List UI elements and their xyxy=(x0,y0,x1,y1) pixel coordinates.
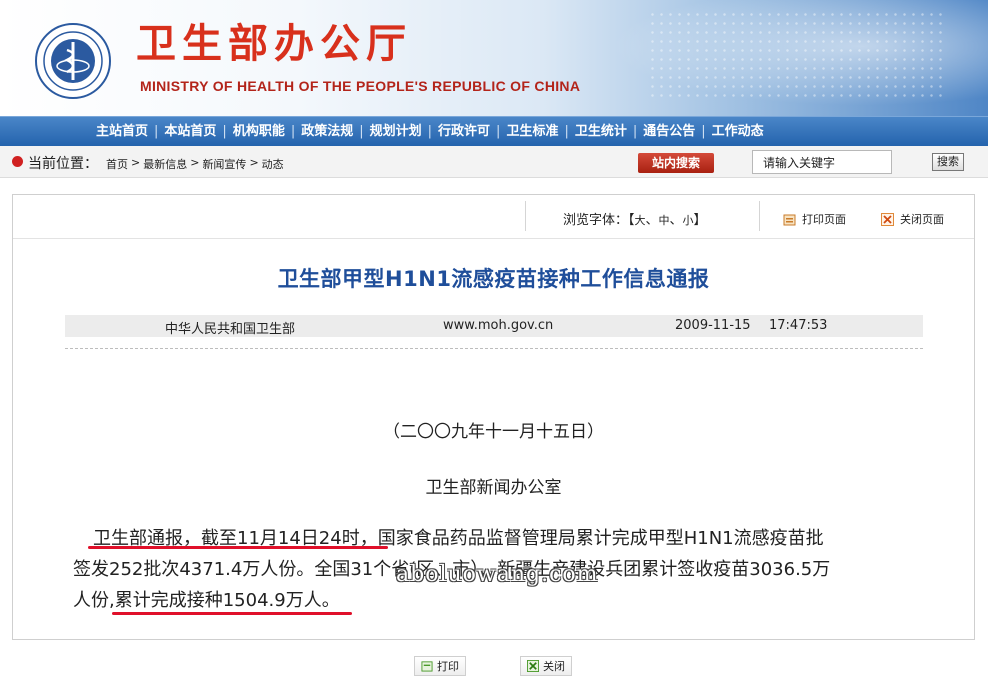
nav-separator: | xyxy=(632,124,638,139)
site-title: 卫生部办公厅 xyxy=(136,20,412,67)
nav-item[interactable]: | 工作动态 xyxy=(695,123,763,141)
font-size-bracket: 】 xyxy=(693,213,707,228)
close-label: 关闭 xyxy=(543,660,565,673)
article-body-line: 卫生部通报，截至11月14日24时，国家食品药品监督管理局累计完成甲型H1N1流… xyxy=(93,528,824,549)
nav-item-label: 行政许可 xyxy=(438,124,491,139)
article-toolbar: 浏览字体：【大、中、小】 打印页面 关闭页面 xyxy=(13,195,974,239)
breadcrumb-link[interactable]: 新闻宣传 xyxy=(202,156,246,172)
print-button[interactable]: 打印 xyxy=(414,656,466,676)
nav-item[interactable]: | 本站首页 xyxy=(148,123,216,141)
close-icon xyxy=(881,212,894,226)
article-title: 卫生部甲型H1N1流感疫苗接种工作信息通报 xyxy=(277,267,710,291)
breadcrumb-link[interactable]: 最新信息 xyxy=(143,156,187,172)
highlight-underline xyxy=(112,612,352,615)
breadcrumb-link[interactable]: 首页 xyxy=(106,156,128,172)
nav-separator: | xyxy=(564,124,569,139)
nav-list: 主站首页 | 本站首页 | 机构职能 | 政策法规 | 规划计划 | 行政许可 | 卫生标准 | 卫生统计 |… xyxy=(96,123,764,141)
article-office-line: 卫生部新闻办公室 xyxy=(425,478,562,498)
nav-item[interactable]: | 政策法规 xyxy=(285,123,353,141)
nav-item[interactable]: | 行政许可 xyxy=(422,123,490,141)
print-label: 打印 xyxy=(437,660,459,673)
article-time: 17:47:53 xyxy=(769,318,828,333)
font-size-label: 浏览字体：【 xyxy=(563,213,635,228)
font-large-link[interactable]: 大 xyxy=(635,214,646,227)
breadcrumb-separator: > xyxy=(190,156,200,169)
close-page-label: 关闭页面 xyxy=(900,213,944,226)
breadcrumb-link[interactable]: 动态 xyxy=(262,156,284,172)
toolbar-divider xyxy=(525,201,526,231)
nav-separator: | xyxy=(154,124,159,139)
nav-item-label: 通告公告 xyxy=(643,124,696,139)
font-small-link[interactable]: 小 xyxy=(683,214,694,227)
watermark: aboluowang.com xyxy=(396,562,599,587)
nav-item-label: 卫生标准 xyxy=(506,124,559,139)
site-title-en: MINISTRY OF HEALTH OF THE PEOPLE'S REPUB… xyxy=(140,78,581,94)
location-bar: 当前位置： 首页 > 最新信息 > 新闻宣传 > 动态 站内搜索 请输入关键字 搜索 xyxy=(0,146,988,178)
nav-separator: | xyxy=(222,124,227,139)
nav-item-label: 本站首页 xyxy=(164,124,217,139)
location-label: 当前位置： xyxy=(28,156,98,172)
close-button[interactable]: 关闭 xyxy=(520,656,572,676)
close-page-button[interactable]: 关闭页面 xyxy=(881,211,944,227)
nav-item[interactable]: | 卫生统计 xyxy=(558,123,626,141)
main-nav: 主站首页 | 本站首页 | 机构职能 | 政策法规 | 规划计划 | 行政许可 | 卫生标准 | 卫生统计 |… xyxy=(0,116,988,146)
nav-separator: | xyxy=(359,124,364,139)
article-date: 2009-11-15 xyxy=(675,318,751,333)
banner-pattern xyxy=(648,10,948,100)
article-url: www.moh.gov.cn xyxy=(443,318,554,333)
article-date-line: （二〇〇九年十一月十五日） xyxy=(383,422,604,442)
article-source: 中华人民共和国卫生部 xyxy=(165,322,296,337)
nav-item[interactable]: | 卫生标准 xyxy=(490,123,558,141)
nav-separator: | xyxy=(427,124,433,139)
nav-separator: | xyxy=(290,124,296,139)
nav-separator: | xyxy=(701,124,706,139)
print-icon xyxy=(783,214,796,225)
print-page-button[interactable]: 打印页面 xyxy=(783,211,846,227)
meta-divider xyxy=(65,348,923,349)
article-meta: 中华人民共和国卫生部 www.moh.gov.cn 2009-11-15 17:… xyxy=(65,315,923,337)
search-button[interactable]: 搜索 xyxy=(932,153,964,171)
close-icon xyxy=(527,660,539,672)
nav-item-label: 主站首页 xyxy=(96,124,149,139)
nav-item[interactable]: | 通告公告 xyxy=(627,123,695,141)
ministry-emblem-icon xyxy=(35,23,111,99)
font-size-control: 浏览字体：【大、中、小】 xyxy=(563,213,707,228)
breadcrumb-separator: > xyxy=(249,156,259,169)
print-page-label: 打印页面 xyxy=(802,213,846,226)
breadcrumb-separator: > xyxy=(131,156,141,169)
nav-item-label: 工作动态 xyxy=(711,124,764,139)
print-icon xyxy=(421,661,433,672)
highlight-underline xyxy=(88,546,388,549)
nav-item[interactable]: | 规划计划 xyxy=(353,123,421,141)
search-input[interactable]: 请输入关键字 xyxy=(752,150,892,174)
nav-item-label: 政策法规 xyxy=(301,124,354,139)
toolbar-divider xyxy=(759,201,760,231)
nav-item-label: 卫生统计 xyxy=(574,124,627,139)
site-search-tab[interactable]: 站内搜索 xyxy=(638,153,714,173)
nav-item[interactable]: | 机构职能 xyxy=(216,123,284,141)
nav-item-label: 机构职能 xyxy=(232,124,285,139)
nav-item[interactable]: 主站首页 xyxy=(96,123,148,141)
location-marker-icon xyxy=(12,156,23,167)
nav-item-label: 规划计划 xyxy=(369,124,422,139)
font-medium-link[interactable]: 中 xyxy=(659,214,670,227)
nav-separator: | xyxy=(496,124,501,139)
header-banner: 卫生部办公厅 MINISTRY OF HEALTH OF THE PEOPLE'… xyxy=(0,0,988,116)
breadcrumb: 首页 > 最新信息 > 新闻宣传 > 动态 xyxy=(106,156,284,172)
